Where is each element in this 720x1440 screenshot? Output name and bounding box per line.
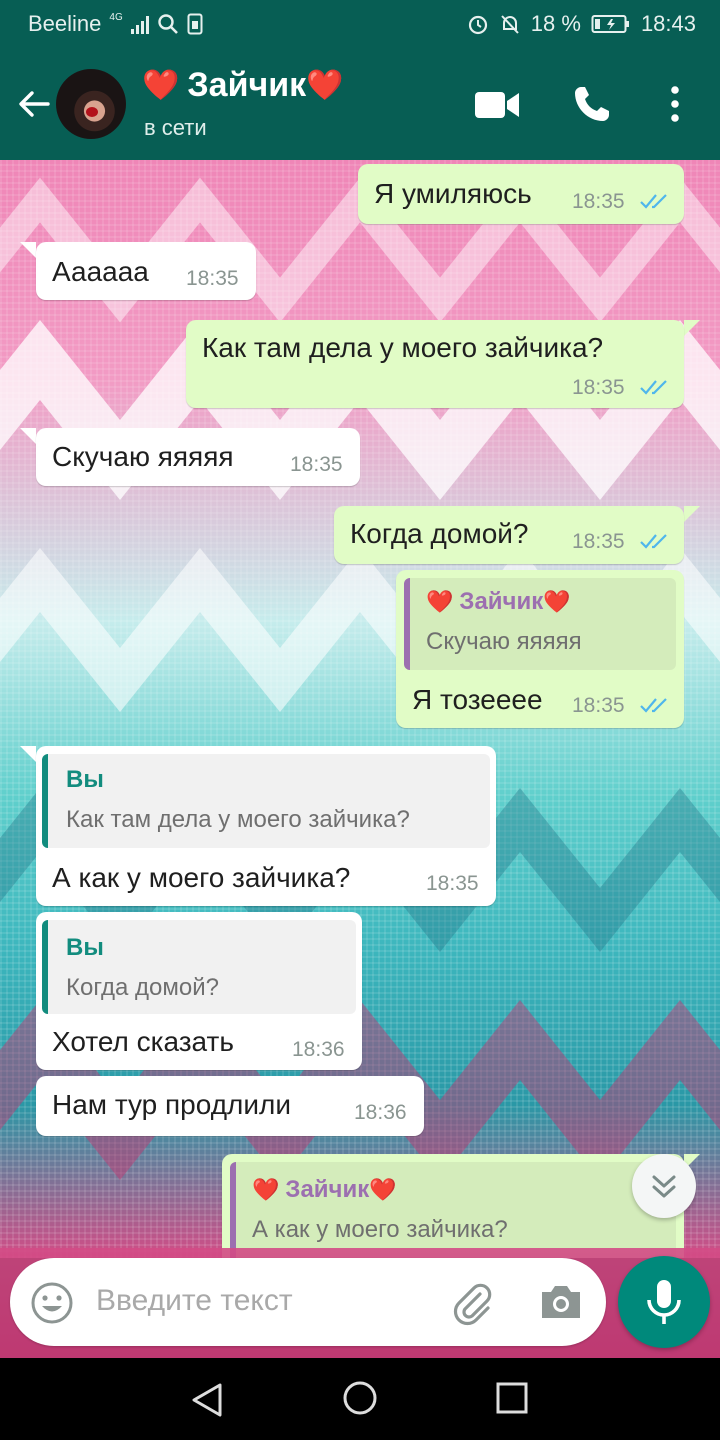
heart-icon: ❤️ (306, 69, 344, 102)
quote-author: Вы (66, 766, 104, 793)
bubble-tail (684, 320, 700, 336)
message-time: 18:36 (292, 1038, 345, 1061)
carrier-name: Beeline (28, 11, 102, 36)
more-vertical-icon[interactable] (668, 86, 682, 122)
heart-icon: ❤️ (252, 1177, 280, 1202)
chevron-double-down-icon (652, 1175, 676, 1198)
arrow-left-icon[interactable] (14, 84, 54, 124)
quote-bar (42, 920, 48, 1014)
search-icon (158, 14, 178, 34)
video-camera-icon[interactable] (474, 90, 520, 120)
nav-home-icon[interactable] (342, 1380, 378, 1416)
message-outgoing[interactable]: Когда домой? 18:35 (334, 506, 684, 564)
chat-header: ❤️ Зайчик ❤️ в сети (0, 48, 720, 160)
signal-icon (130, 14, 149, 34)
message-incoming-reply[interactable]: Вы Как там дела у моего зайчика? А как у… (36, 746, 496, 906)
quote-bar (42, 754, 48, 848)
message-text: Аааааа (52, 256, 149, 287)
message-time: 18:35 (290, 453, 343, 476)
heart-icon: ❤️ (426, 589, 454, 614)
message-text: А как у моего зайчика? (52, 862, 351, 893)
quoted-message[interactable]: ❤️ Зайчик ❤️ Скучаю яяяяя (404, 578, 676, 670)
message-time: 18:35 (426, 872, 479, 895)
message-outgoing-reply[interactable]: ❤️ Зайчик ❤️ Скучаю яяяяя Я тозееее 18:3… (396, 570, 684, 728)
read-receipt-icon (640, 194, 667, 209)
read-receipt-icon (640, 534, 667, 549)
status-bar: Beeline 4G 18 % 18:43 (0, 0, 720, 48)
nav-back-icon[interactable] (190, 1382, 224, 1418)
contact-name[interactable]: ❤️ Зайчик ❤️ (142, 66, 344, 105)
heart-icon: ❤️ (369, 1177, 397, 1202)
network-type: 4G (109, 12, 123, 23)
bubble-tail (20, 746, 36, 762)
quote-bar (404, 578, 410, 670)
message-incoming[interactable]: Нам тур продлили 18:36 (36, 1076, 424, 1136)
quote-text: Как там дела у моего зайчика? (66, 806, 410, 833)
battery-percent: 18 % (530, 11, 581, 36)
message-text: Хотел сказать (52, 1026, 234, 1057)
message-incoming-reply[interactable]: Вы Когда домой? Хотел сказать 18:36 (36, 912, 362, 1070)
contact-name-text: Зайчик (187, 66, 307, 104)
message-text: Я умиляюсь (374, 178, 532, 209)
read-receipt-icon (640, 698, 667, 713)
system-navigation-bar (0, 1358, 720, 1440)
chat-area[interactable]: Я умиляюсь 18:35 Аааааа 18:35 Как там де… (0, 160, 720, 1258)
message-time: 18:35 (572, 694, 625, 717)
message-outgoing-reply[interactable]: ❤️ Зайчик ❤️ А как у моего зайчика? (222, 1154, 684, 1258)
message-text: Нам тур продлили (52, 1089, 291, 1120)
quote-text: А как у моего зайчика? (252, 1216, 508, 1243)
phone-icon[interactable] (572, 84, 612, 124)
message-time: 18:35 (572, 190, 625, 213)
message-outgoing[interactable]: Я умиляюсь 18:35 (358, 164, 684, 224)
quoted-message[interactable]: Вы Как там дела у моего зайчика? (42, 754, 490, 848)
message-time: 18:35 (186, 267, 239, 290)
nav-recents-icon[interactable] (496, 1382, 528, 1414)
quote-text: Скучаю яяяяя (426, 628, 582, 655)
scroll-to-bottom-button[interactable] (632, 1154, 696, 1218)
message-text: Скучаю яяяяя (52, 441, 234, 472)
heart-icon: ❤️ (142, 69, 180, 102)
quote-author: Вы (66, 934, 104, 961)
heart-icon: ❤️ (543, 589, 571, 614)
clock: 18:43 (640, 11, 696, 36)
quoted-message[interactable]: Вы Когда домой? (42, 920, 356, 1014)
avatar[interactable] (56, 69, 126, 139)
bubble-tail (20, 242, 36, 258)
quote-text: Когда домой? (66, 974, 219, 1001)
quoted-message[interactable]: ❤️ Зайчик ❤️ А как у моего зайчика? (230, 1162, 676, 1258)
contact-status: в сети (144, 115, 207, 140)
message-incoming[interactable]: Аааааа 18:35 (36, 242, 256, 300)
message-text: Я тозееее (412, 684, 543, 715)
bubble-tail (684, 506, 700, 522)
read-receipt-icon (640, 380, 667, 395)
message-time: 18:35 (572, 530, 625, 553)
message-text: Как там дела у моего зайчика? (202, 332, 604, 363)
voice-message-button[interactable] (618, 1256, 710, 1348)
message-text: Когда домой? (350, 518, 529, 549)
paperclip-icon[interactable] (450, 1280, 496, 1326)
message-input[interactable]: Введите текст (96, 1284, 293, 1318)
alarm-icon (468, 15, 487, 35)
message-input-bar[interactable]: Введите текст (10, 1258, 606, 1346)
camera-icon[interactable] (538, 1282, 584, 1322)
bubble-tail (20, 428, 36, 444)
quote-bar (230, 1162, 236, 1258)
message-incoming[interactable]: Скучаю яяяяя 18:35 (36, 428, 360, 486)
mute-notifications-icon (501, 15, 519, 34)
microphone-icon (647, 1280, 681, 1324)
sim-icon (187, 13, 203, 35)
message-time: 18:35 (572, 376, 625, 399)
message-outgoing[interactable]: Как там дела у моего зайчика? 18:35 (186, 320, 684, 408)
quote-author: ❤️ Зайчик ❤️ (252, 1176, 397, 1203)
quote-author: ❤️ Зайчик ❤️ (426, 588, 571, 615)
battery-charging-icon (591, 15, 629, 33)
message-time: 18:36 (354, 1101, 407, 1124)
emoji-icon[interactable] (30, 1281, 74, 1325)
